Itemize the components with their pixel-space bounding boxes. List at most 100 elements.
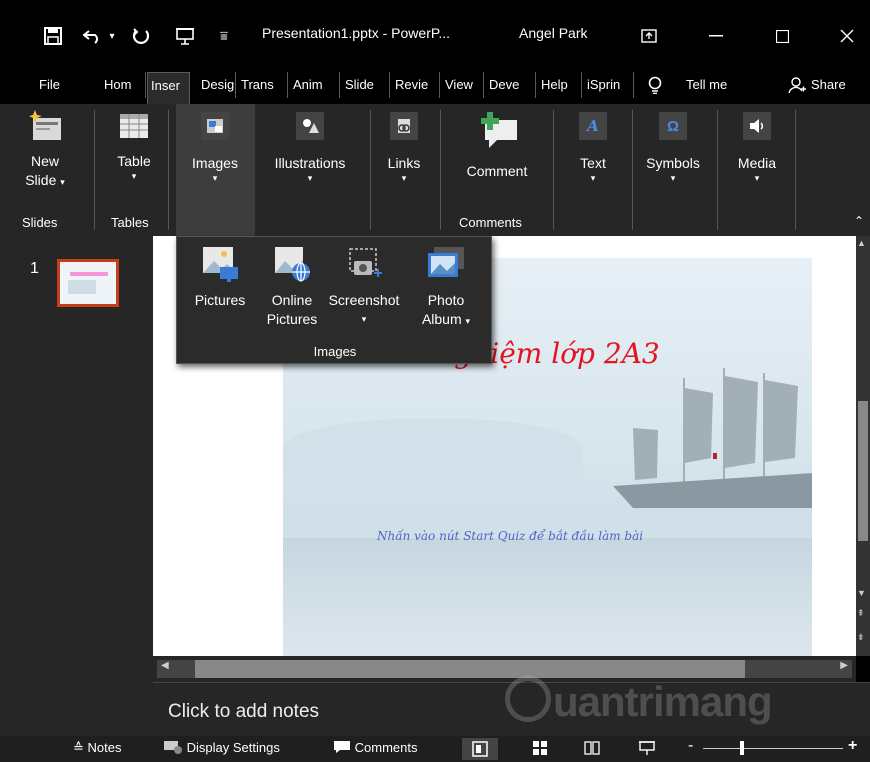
comment-button[interactable]: Comment xyxy=(455,110,539,181)
separator xyxy=(94,110,95,230)
redo-icon[interactable] xyxy=(128,22,154,50)
lightbulb-icon[interactable] xyxy=(648,76,662,99)
group-label-comments: Comments xyxy=(459,215,522,230)
pictures-button[interactable]: Pictures xyxy=(189,243,251,310)
tab-home[interactable]: Hom xyxy=(101,72,146,98)
symbols-button[interactable]: Ω Symbols ▾ xyxy=(637,110,709,184)
online-pictures-button[interactable]: Online Pictures xyxy=(261,243,323,329)
vertical-scrollbar[interactable]: ▲ ▼ ⇞ ⇟ xyxy=(856,236,870,656)
new-slide-button[interactable]: New Slide ▾ xyxy=(22,110,68,192)
slide-sorter-icon xyxy=(533,741,547,755)
pictures-icon xyxy=(200,243,240,283)
close-icon[interactable] xyxy=(836,22,858,50)
chevron-down-icon: ▾ xyxy=(670,173,676,183)
text-button[interactable]: A Text ▾ xyxy=(570,110,616,184)
illustrations-button[interactable]: Illustrations ▾ xyxy=(263,110,357,184)
notes-toggle-button[interactable]: ≙ Notes xyxy=(73,740,122,756)
scroll-down-icon[interactable]: ▼ xyxy=(857,588,866,598)
zoom-out-icon[interactable]: - xyxy=(688,737,693,755)
comments-pane-button[interactable]: Comments xyxy=(333,740,417,755)
notes-placeholder[interactable]: Click to add notes xyxy=(168,701,319,723)
user-name[interactable]: Angel Park xyxy=(519,25,587,41)
text-box-icon: A xyxy=(577,112,609,144)
scroll-up-icon[interactable]: ▲ xyxy=(857,238,866,248)
previous-slide-icon[interactable]: ⇞ xyxy=(857,608,865,619)
zoom-slider-track[interactable] xyxy=(703,748,843,749)
illustrations-icon xyxy=(294,112,326,144)
normal-view-button[interactable] xyxy=(462,738,498,760)
separator xyxy=(553,110,554,230)
tab-slide-show[interactable]: Slide xyxy=(342,72,390,98)
slide-sorter-button[interactable] xyxy=(532,740,548,759)
new-slide-icon xyxy=(29,110,61,142)
separator xyxy=(168,110,169,230)
photo-album-icon xyxy=(426,243,466,283)
table-button[interactable]: Table ▾ xyxy=(111,110,157,182)
tab-file[interactable]: File xyxy=(36,72,72,98)
vertical-scroll-thumb[interactable] xyxy=(858,401,868,541)
window-title: Presentation1.pptx - PowerP... xyxy=(262,25,451,41)
slide-show-button[interactable] xyxy=(639,740,655,759)
save-icon[interactable] xyxy=(40,22,66,50)
undo-icon[interactable] xyxy=(80,22,106,50)
omega-icon: Ω xyxy=(657,112,689,144)
zoom-in-icon[interactable]: + xyxy=(848,737,857,755)
link-icon xyxy=(388,112,420,144)
tell-me-search[interactable]: Tell me xyxy=(683,72,743,98)
tab-transitions[interactable]: Trans xyxy=(238,72,288,98)
chevron-down-icon: ▾ xyxy=(307,173,313,183)
display-settings-button[interactable]: Display Settings xyxy=(163,740,280,755)
tab-ispring[interactable]: iSprin xyxy=(584,72,634,98)
links-button[interactable]: Links ▾ xyxy=(381,110,427,184)
share-icon[interactable] xyxy=(788,76,806,99)
images-icon xyxy=(199,112,231,144)
customize-toolbar-icon[interactable]: ⩸ xyxy=(216,22,232,50)
ribbon-display-options-icon[interactable] xyxy=(638,22,660,50)
tab-review[interactable]: Revie xyxy=(392,72,440,98)
screenshot-icon xyxy=(344,243,384,283)
new-comment-icon xyxy=(475,110,519,150)
maximize-icon[interactable] xyxy=(771,22,793,50)
separator xyxy=(795,110,796,230)
reading-view-button[interactable] xyxy=(584,740,600,759)
ribbon-tabs: File Hom Inser Desig Trans Anim Slide Re… xyxy=(0,64,870,104)
tab-help[interactable]: Help xyxy=(538,72,582,98)
slide-thumbnail[interactable] xyxy=(57,259,119,307)
scroll-right-icon[interactable]: ▶ xyxy=(840,660,848,671)
share-button[interactable]: Share xyxy=(808,72,856,98)
scroll-left-icon[interactable]: ◀ xyxy=(161,660,169,671)
undo-dropdown-icon[interactable]: ▾ xyxy=(106,22,118,50)
tab-insert[interactable]: Inser xyxy=(147,72,190,104)
zoom-slider-thumb[interactable] xyxy=(740,741,744,755)
separator xyxy=(440,110,441,230)
tab-view[interactable]: View xyxy=(442,72,484,98)
images-dropdown-menu: Pictures Online Pictures Screenshot ▾ Ph… xyxy=(176,236,492,364)
chevron-down-icon: ▾ xyxy=(590,173,596,183)
notes-icon: ≙ xyxy=(73,740,84,755)
minimize-icon[interactable] xyxy=(705,22,727,50)
start-from-beginning-icon[interactable] xyxy=(172,22,198,50)
chevron-down-icon: ▾ xyxy=(401,173,407,183)
ship-image xyxy=(613,368,812,508)
group-label-tables: Tables xyxy=(111,215,149,230)
tab-design[interactable]: Desig xyxy=(198,72,236,98)
separator xyxy=(717,110,718,230)
collapse-ribbon-icon[interactable]: ⌃ xyxy=(854,214,864,228)
chevron-down-icon: ▾ xyxy=(361,314,367,324)
images-button[interactable]: Images ▾ xyxy=(186,110,244,184)
chevron-down-icon: ▾ xyxy=(212,173,218,183)
photo-album-button[interactable]: Photo Album ▾ xyxy=(413,243,479,331)
ribbon: New Slide ▾ Table ▾ Images ▾ Illustratio… xyxy=(0,104,870,236)
online-pictures-icon xyxy=(272,243,312,283)
screenshot-button[interactable]: Screenshot ▾ xyxy=(325,243,403,329)
slide-subtitle-text[interactable]: Nhấn vào nút Start Quiz để bắt đầu làm b… xyxy=(377,529,643,543)
tab-animations[interactable]: Anim xyxy=(290,72,340,98)
chevron-down-icon: ▾ xyxy=(131,171,137,181)
status-bar: ≙ Notes Display Settings Comments - + xyxy=(0,736,870,762)
next-slide-icon[interactable]: ⇟ xyxy=(857,632,865,643)
tab-developer[interactable]: Deve xyxy=(486,72,536,98)
media-button[interactable]: Media ▾ xyxy=(730,110,784,184)
slide-show-icon xyxy=(639,741,655,755)
chevron-down-icon: ▾ xyxy=(465,316,471,326)
comment-icon xyxy=(334,741,350,753)
